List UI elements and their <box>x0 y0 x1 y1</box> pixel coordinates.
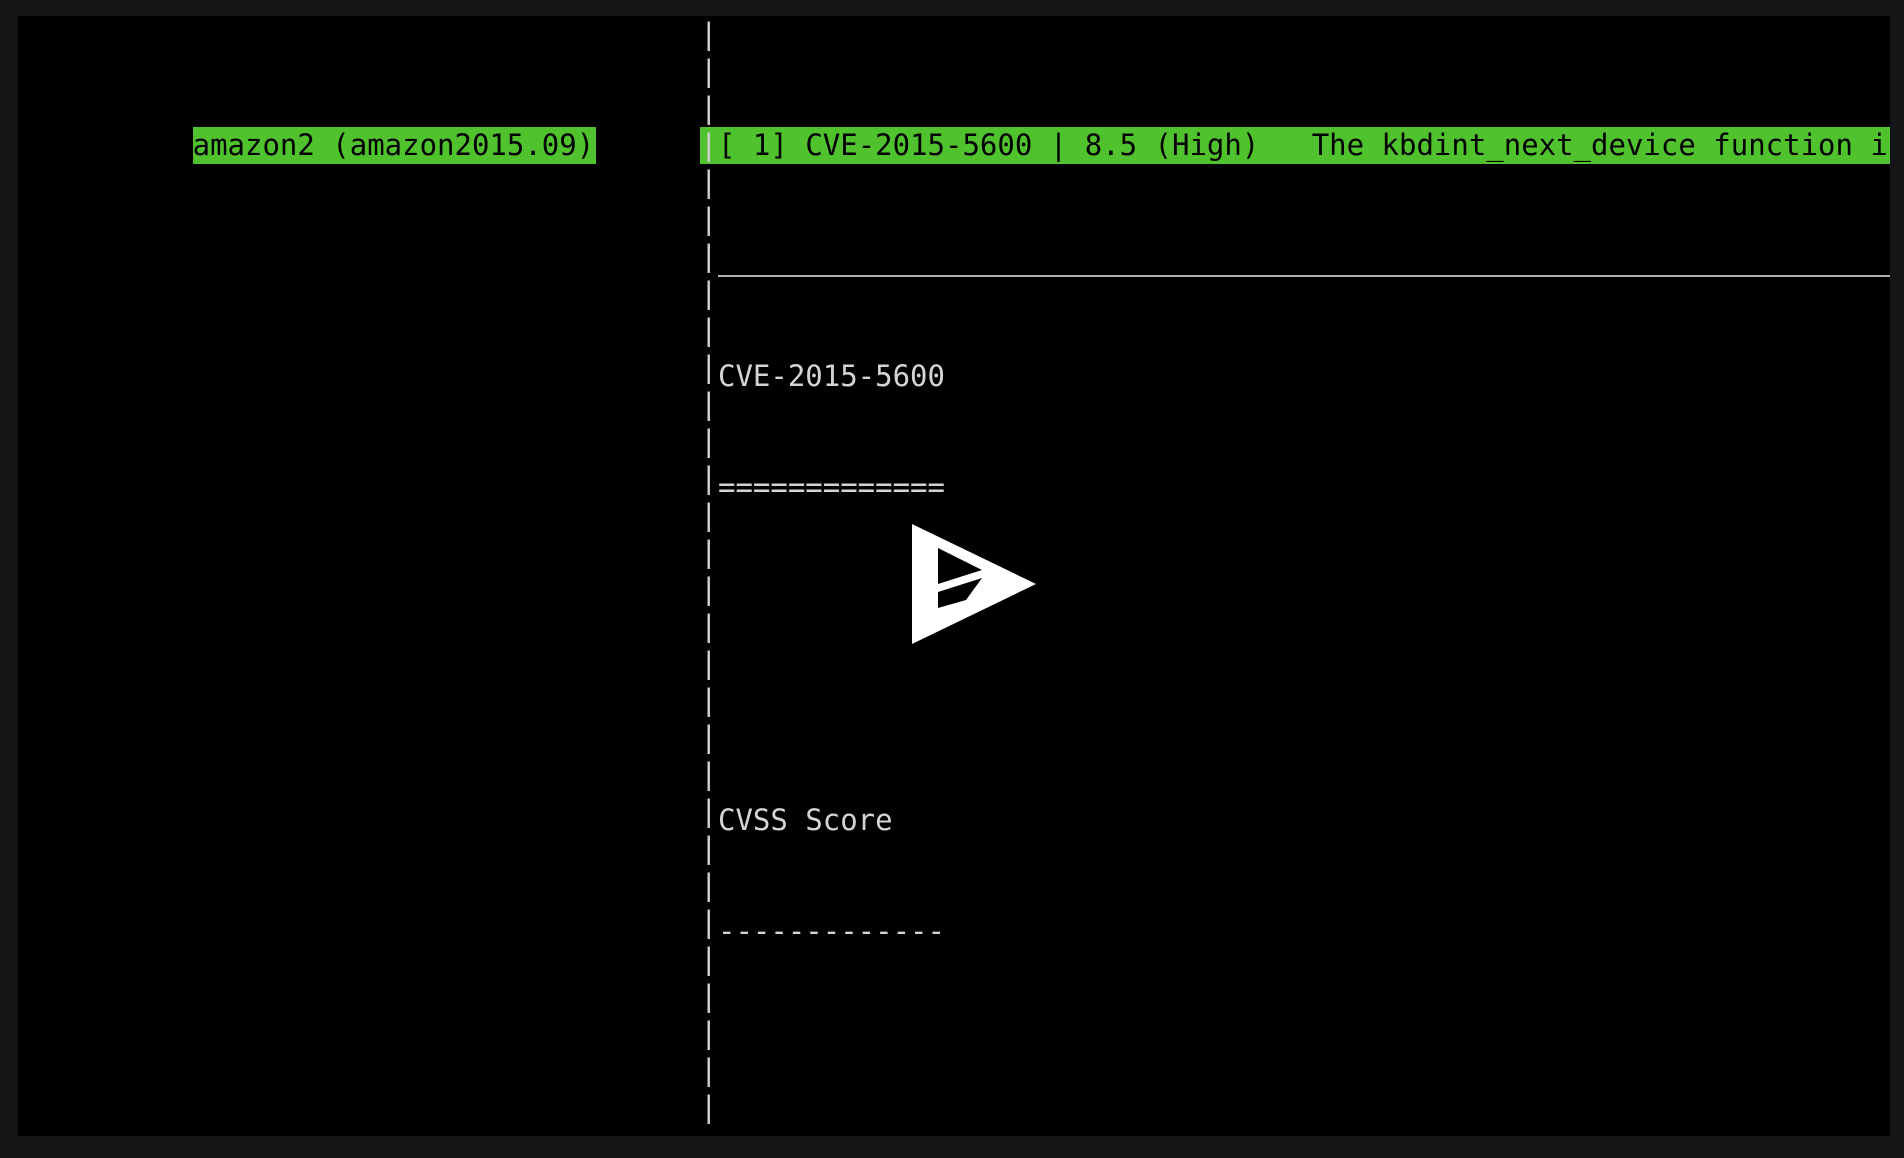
detail-line-cve-underline: ============= <box>700 469 1890 506</box>
sidebar-item-amazon2[interactable]: amazon2 (amazon2015.09) <box>193 127 597 164</box>
cve-list-pane[interactable]: [ 1] CVE-2015-5600 | 8.5 (High) The kbdi… <box>700 16 1890 216</box>
cve-row-gap3 <box>1067 128 1084 162</box>
detail-line-blank-2 <box>700 691 1890 728</box>
detail-line-cvss-value: 8.5 (High) (AV:N/AC:L/Au:N/C:P/I:N/A:C) <box>700 1135 1890 1136</box>
detail-line-cve-id: CVE-2015-5600 <box>700 358 1890 395</box>
detail-line-cvss-underline: ------------- <box>700 913 1890 950</box>
cve-row-gap4 <box>1259 128 1311 162</box>
cve-row-index: [ 1] <box>718 128 788 162</box>
detail-line-cvss-label: CVSS Score <box>700 802 1890 839</box>
detail-line-blank-1 <box>700 580 1890 617</box>
screen-root: amazon2 (amazon2015.09) | | | | | | | | … <box>0 0 1904 1158</box>
cve-row-score: 8.5 (High) <box>1085 128 1260 162</box>
cve-row-description: The kbdint_next_device function in a <box>1312 128 1890 162</box>
cve-row-gap2 <box>1032 128 1049 162</box>
sidebar-scan-targets[interactable]: amazon2 (amazon2015.09) <box>18 16 700 1136</box>
terminal-window: amazon2 (amazon2015.09) | | | | | | | | … <box>18 16 1890 1136</box>
cve-list-row-1[interactable]: [ 1] CVE-2015-5600 | 8.5 (High) The kbdi… <box>700 127 1890 164</box>
cve-row-gap <box>788 128 805 162</box>
right-column: | | | | | | | | | | | | | | | | | | | | … <box>700 16 1890 1136</box>
sidebar-row[interactable]: amazon2 (amazon2015.09) <box>18 90 700 127</box>
cve-detail-pane[interactable]: CVE-2015-5600 ============= CVSS Score -… <box>700 284 1890 1136</box>
detail-line-blank-3 <box>700 1024 1890 1061</box>
cve-row-id: CVE-2015-5600 <box>805 128 1032 162</box>
pane-horizontal-divider <box>718 275 1890 277</box>
cve-row-separator: | <box>1050 128 1067 162</box>
